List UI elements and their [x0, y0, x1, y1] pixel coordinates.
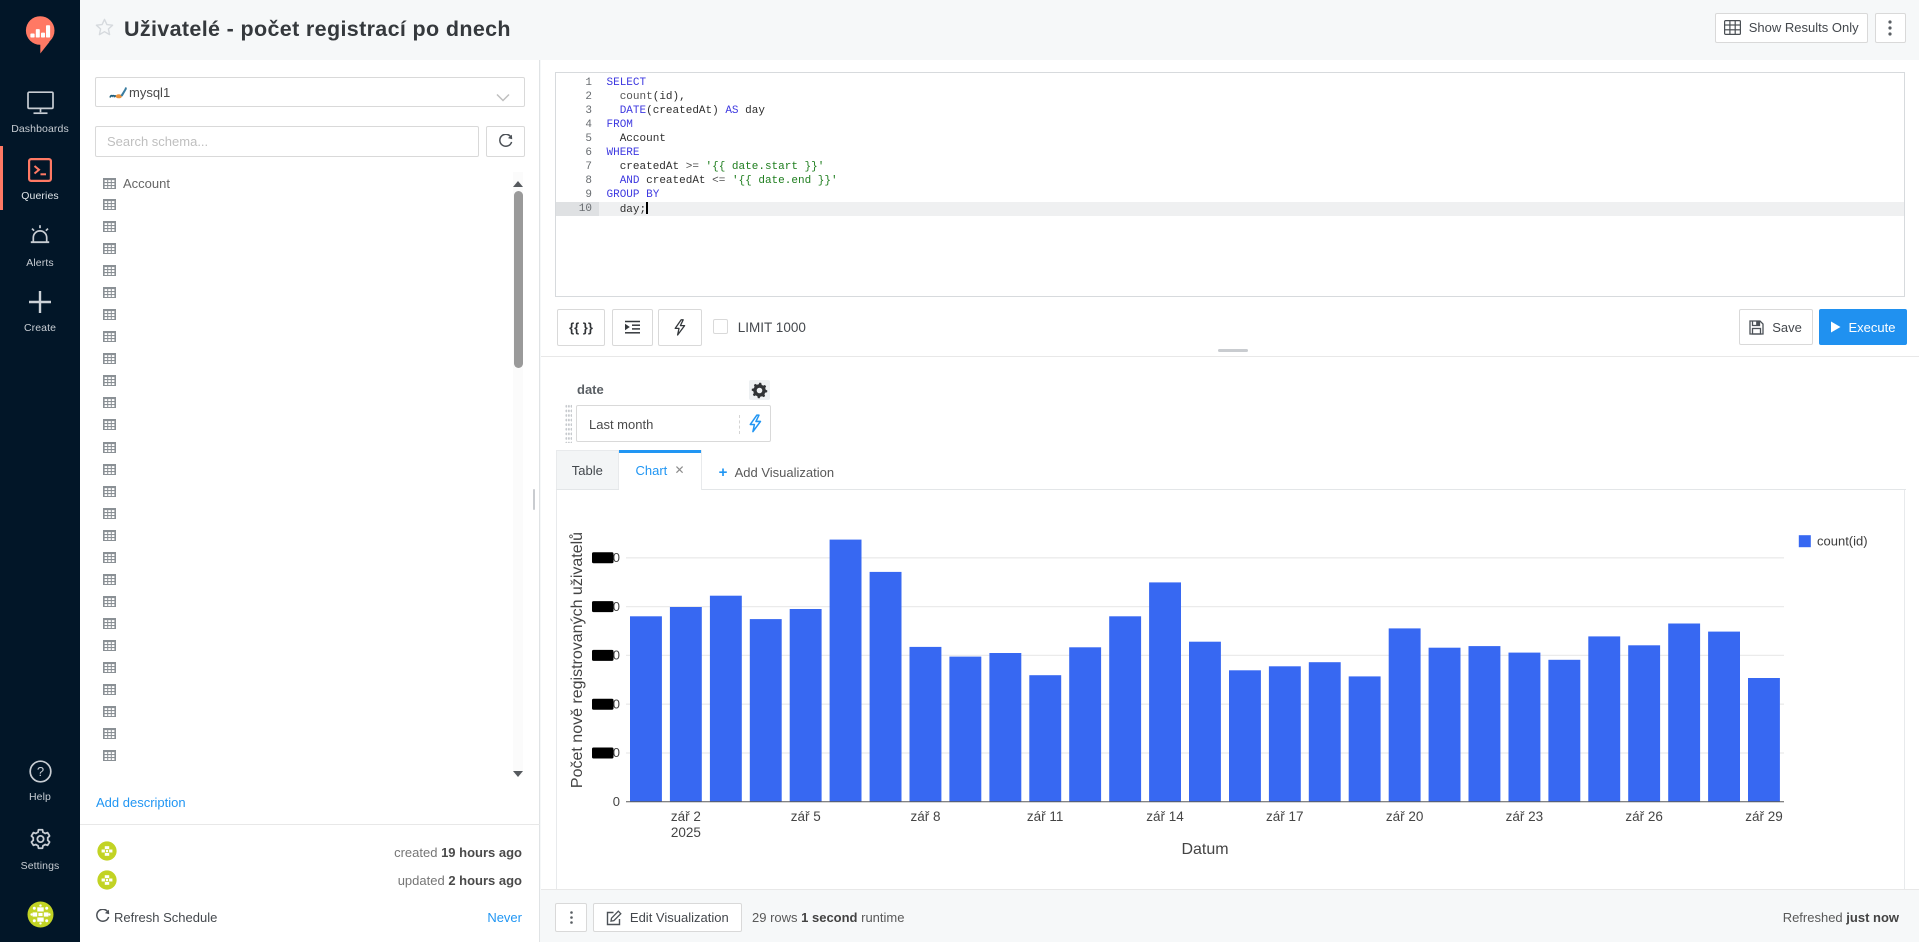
svg-text:Počet nově registrovaných uživ: Počet nově registrovaných uživatelů — [568, 532, 586, 788]
svg-text:Datum: Datum — [1181, 841, 1228, 858]
svg-text:zář 2: zář 2 — [671, 809, 701, 824]
svg-text:zář 23: zář 23 — [1506, 809, 1544, 824]
svg-text:?: ? — [36, 764, 43, 779]
svg-text:zář 20: zář 20 — [1386, 809, 1424, 824]
svg-text:count(id): count(id) — [1817, 534, 1868, 549]
svg-text:zář 14: zář 14 — [1146, 809, 1184, 824]
svg-text:0: 0 — [613, 794, 620, 809]
svg-text:zář 8: zář 8 — [910, 809, 940, 824]
svg-text:0: 0 — [613, 550, 620, 565]
svg-text:0: 0 — [613, 745, 620, 760]
svg-text:0: 0 — [613, 648, 620, 663]
svg-text:zář 11: zář 11 — [1027, 809, 1064, 824]
svg-text:2025: 2025 — [671, 825, 701, 840]
svg-text:zář 29: zář 29 — [1745, 809, 1783, 824]
svg-text:0: 0 — [613, 599, 620, 614]
svg-text:0: 0 — [613, 696, 620, 711]
svg-text:zář 17: zář 17 — [1266, 809, 1304, 824]
svg-text:zář 26: zář 26 — [1625, 809, 1663, 824]
svg-text:zář 5: zář 5 — [791, 809, 821, 824]
